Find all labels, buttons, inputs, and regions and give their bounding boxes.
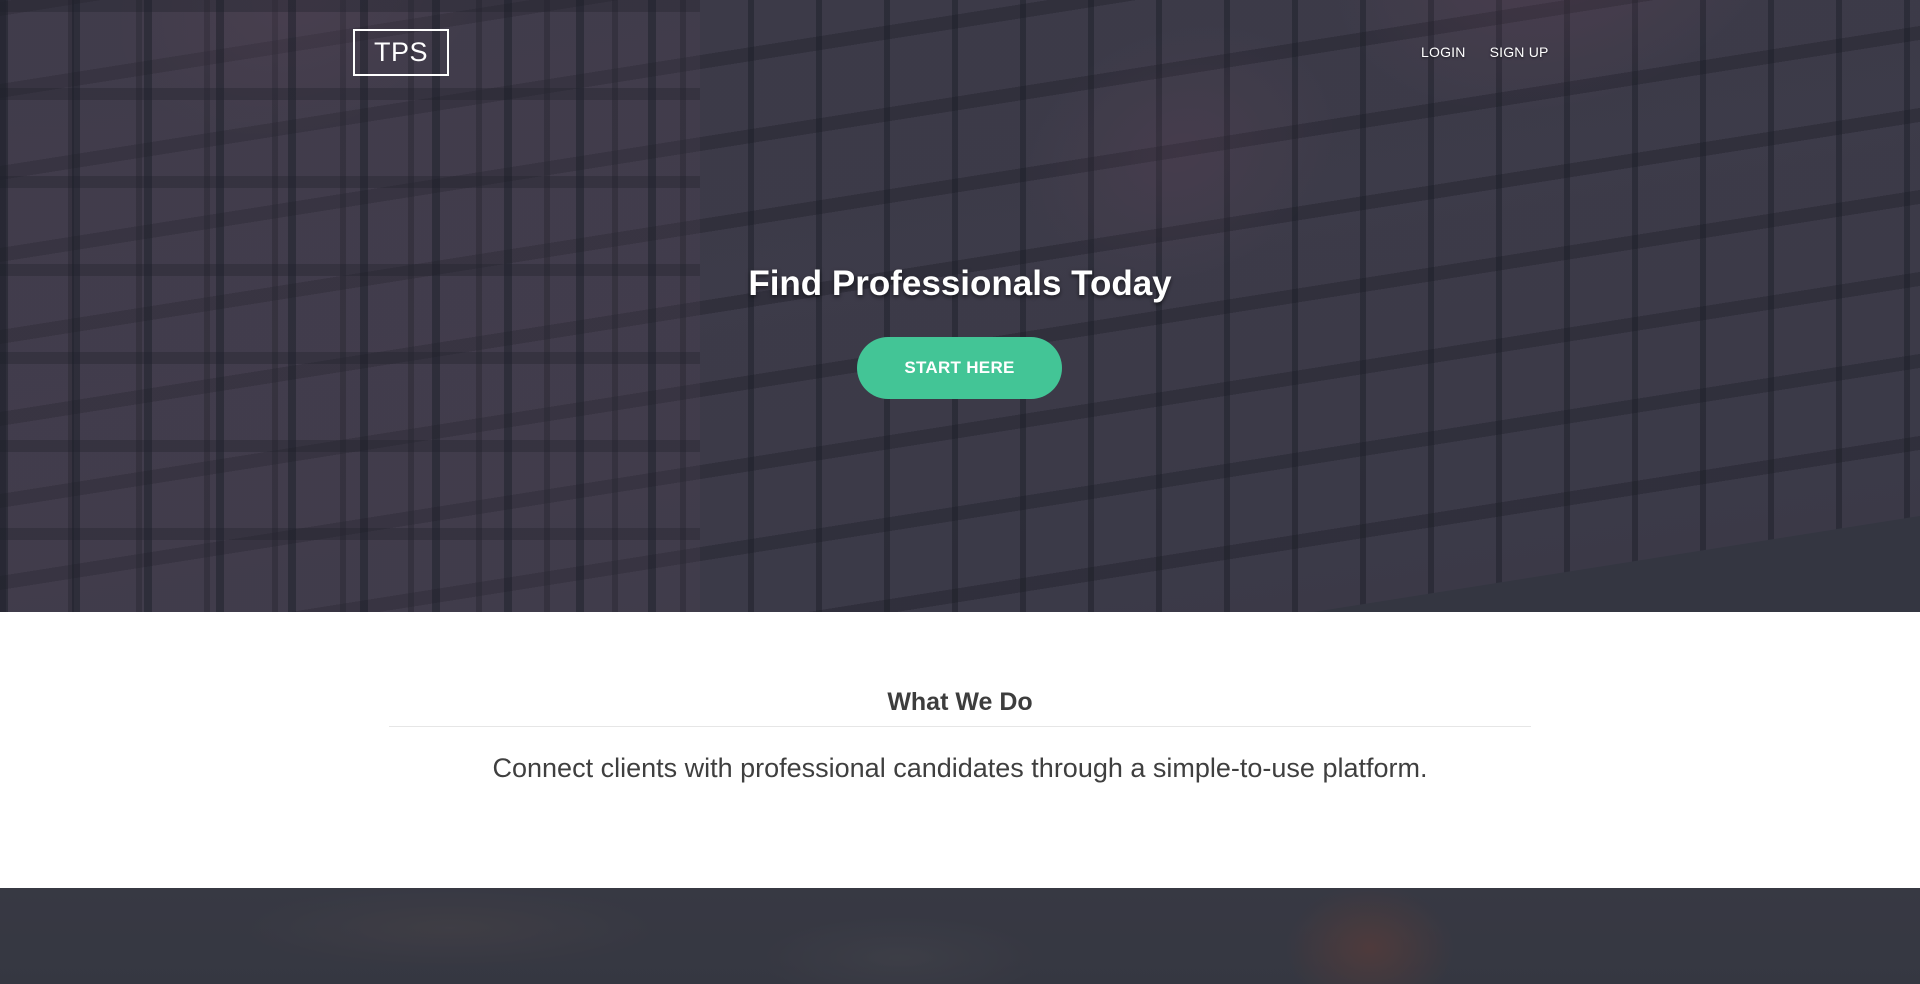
top-nav: LOGIN SIGN UP <box>1421 44 1549 60</box>
hero-title: Find Professionals Today <box>748 264 1172 303</box>
hero-overlay <box>0 0 1920 612</box>
logo[interactable]: TPS <box>353 29 449 76</box>
section-divider <box>389 726 1531 727</box>
band-overlay <box>0 888 1920 984</box>
nav-login-link[interactable]: LOGIN <box>1421 44 1466 60</box>
section-description: Connect clients with professional candid… <box>492 753 1428 783</box>
section-title: What We Do <box>887 688 1033 716</box>
hero-section: TPS LOGIN SIGN UP Find Professionals Tod… <box>0 0 1920 612</box>
what-we-do-section: What We Do Connect clients with professi… <box>0 612 1920 888</box>
start-here-button[interactable]: START HERE <box>857 337 1062 399</box>
bottom-background-band <box>0 888 1920 984</box>
nav-signup-link[interactable]: SIGN UP <box>1490 44 1549 60</box>
